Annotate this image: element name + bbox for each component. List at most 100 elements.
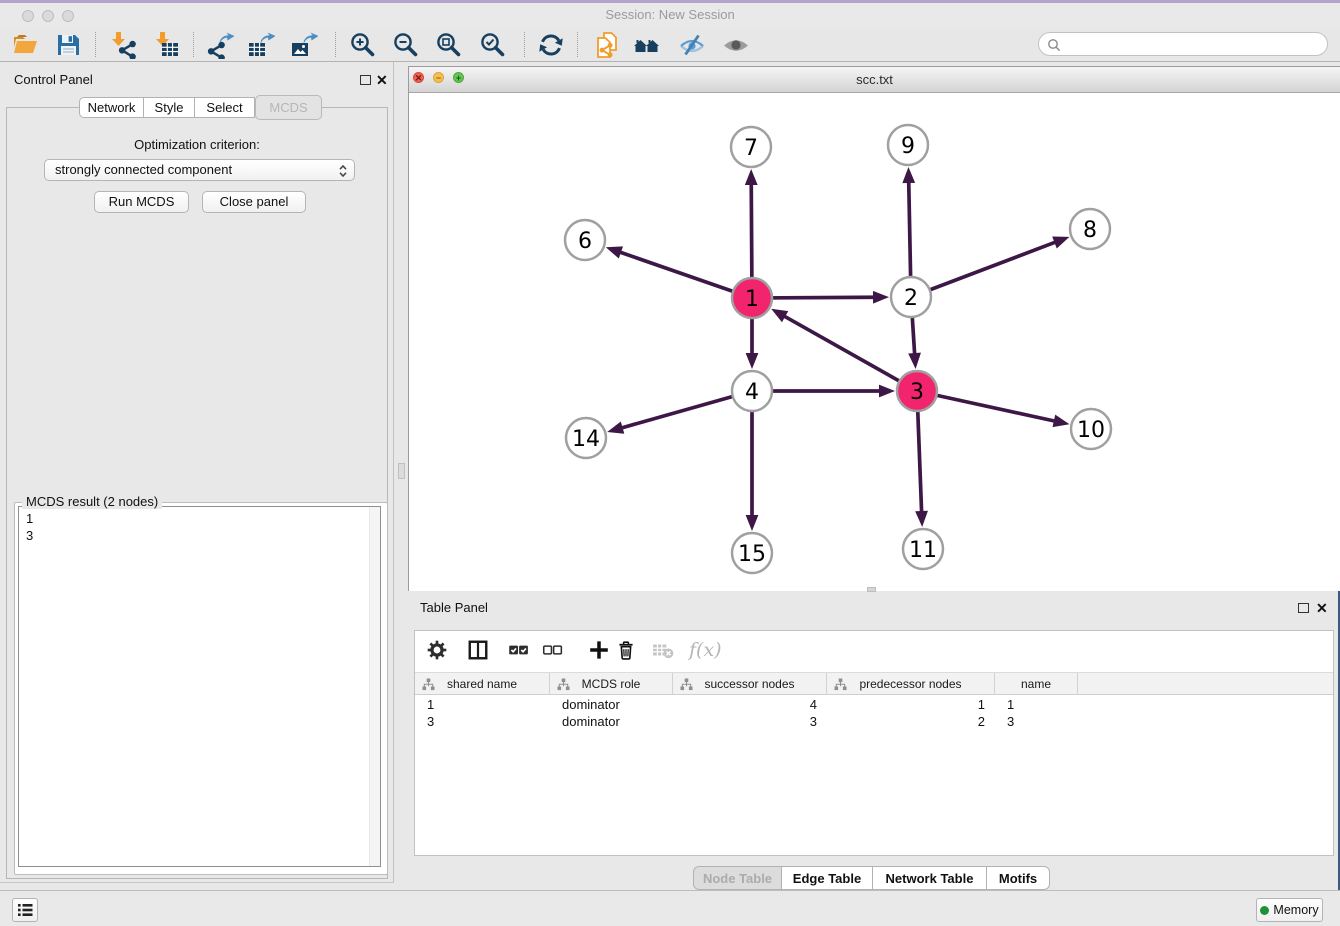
graph-edge-arrow	[873, 291, 889, 304]
graph-edge[interactable]	[782, 315, 917, 391]
column-header-0[interactable]: shared name	[415, 673, 550, 695]
tab-edge-table[interactable]: Edge Table	[782, 866, 873, 890]
column-header-1[interactable]: MCDS role	[550, 673, 673, 695]
table-cell[interactable]: 3	[673, 713, 817, 730]
table-cell[interactable]: 3	[1007, 713, 1078, 730]
split-divider-handle[interactable]	[398, 463, 405, 479]
graph-node-label: 15	[738, 542, 766, 567]
tab-style[interactable]: Style	[144, 97, 195, 118]
graph-edge-arrow	[1052, 237, 1069, 249]
graph-edge[interactable]	[917, 391, 1058, 422]
graph-edge[interactable]	[617, 251, 752, 298]
close-icon[interactable]: ✕	[413, 72, 424, 83]
graph-edge-arrow	[1053, 415, 1070, 428]
network-view-window: ✕ − + scc.txt 7968124314101511	[408, 66, 1340, 591]
table-cell[interactable]: 1	[427, 696, 550, 713]
toolbar-separator	[577, 32, 578, 57]
import-network-icon[interactable]	[108, 31, 136, 59]
graph-node-label: 8	[1083, 218, 1097, 243]
columns-icon[interactable]	[467, 639, 489, 661]
show-view-icon[interactable]	[722, 31, 750, 59]
table-panel: Table Panel ✕ f(x) shared nameMCDS roles…	[408, 595, 1340, 883]
mcds-result-text[interactable]: 1 3	[18, 506, 381, 867]
split-divider-handle[interactable]	[867, 587, 876, 592]
table-cell[interactable]: dominator	[562, 713, 673, 730]
mcds-result-scrollbar[interactable]	[369, 507, 380, 866]
run-mcds-button[interactable]: Run MCDS	[94, 191, 189, 213]
open-folder-icon[interactable]	[12, 31, 40, 59]
table-cell[interactable]: 2	[827, 713, 985, 730]
float-panel-icon[interactable]	[1298, 603, 1309, 613]
toolbar-separator	[193, 32, 194, 57]
network-window-title: scc.txt	[409, 67, 1340, 92]
graph-node-label: 1	[745, 287, 759, 312]
graph-edge-arrow	[908, 353, 921, 369]
delete-row-icon[interactable]	[615, 639, 637, 661]
table-panel-title: Table Panel	[420, 600, 488, 615]
close-panel-button[interactable]: Close panel	[202, 191, 306, 213]
export-table-icon[interactable]	[247, 31, 275, 59]
import-table-icon[interactable]	[152, 31, 180, 59]
select-none-icon[interactable]	[541, 639, 563, 661]
graph-node-label: 3	[910, 380, 924, 405]
graph-node-label: 10	[1077, 418, 1105, 443]
hide-view-icon[interactable]	[678, 31, 706, 59]
tab-motifs[interactable]: Motifs	[987, 866, 1050, 890]
close-window-button[interactable]	[22, 10, 34, 22]
graph-node-label: 7	[744, 136, 758, 161]
close-panel-icon[interactable]: ✕	[376, 74, 388, 86]
toolbar-separator	[335, 32, 336, 57]
graph-edge-arrow	[915, 511, 928, 527]
column-header-4[interactable]: name	[995, 673, 1078, 695]
tab-network[interactable]: Network	[79, 97, 144, 118]
minimize-window-button[interactable]	[42, 10, 54, 22]
main-toolbar	[0, 27, 1340, 62]
column-header-2[interactable]: successor nodes	[673, 673, 827, 695]
function-builder-icon: f(x)	[689, 639, 722, 661]
column-header-3[interactable]: predecessor nodes	[827, 673, 995, 695]
task-history-button[interactable]	[12, 898, 38, 922]
close-panel-icon[interactable]: ✕	[1316, 602, 1328, 614]
maximize-icon[interactable]: +	[453, 72, 464, 83]
refresh-icon[interactable]	[537, 31, 565, 59]
select-all-icon[interactable]	[507, 639, 529, 661]
memory-button[interactable]: Memory	[1256, 898, 1323, 922]
export-network-icon[interactable]	[206, 31, 234, 59]
tab-node-table[interactable]: Node Table	[693, 866, 782, 890]
app-title: Session: New Session	[0, 3, 1340, 27]
table-cell[interactable]: 1	[1007, 696, 1078, 713]
tab-select[interactable]: Select	[195, 97, 255, 118]
tab-network-table[interactable]: Network Table	[873, 866, 987, 890]
float-panel-icon[interactable]	[360, 75, 371, 85]
table-cell[interactable]: 3	[427, 713, 550, 730]
delete-table-icon[interactable]	[652, 639, 674, 661]
app-titlebar: Session: New Session	[0, 3, 1340, 27]
zoom-fit-icon[interactable]	[435, 31, 463, 59]
save-icon[interactable]	[55, 31, 83, 59]
graph-edge-arrow	[879, 385, 895, 398]
tab-mcds[interactable]: MCDS	[255, 95, 322, 120]
zoom-in-icon[interactable]	[349, 31, 377, 59]
network-canvas[interactable]: 7968124314101511	[409, 93, 1340, 591]
dropdown-stepper-icon	[338, 163, 348, 179]
memory-status-icon	[1260, 906, 1269, 915]
search-icon	[1047, 38, 1061, 52]
graph-edge[interactable]	[911, 241, 1058, 297]
add-row-icon[interactable]	[588, 639, 610, 661]
zoom-selected-icon[interactable]	[479, 31, 507, 59]
minimize-icon[interactable]: −	[433, 72, 444, 83]
control-panel-title: Control Panel	[14, 72, 93, 87]
table-cell[interactable]: 4	[673, 696, 817, 713]
gear-icon[interactable]	[426, 639, 448, 661]
zoom-window-button[interactable]	[62, 10, 74, 22]
table-cell[interactable]: 1	[827, 696, 985, 713]
table-cell[interactable]: dominator	[562, 696, 673, 713]
export-image-icon[interactable]	[290, 31, 318, 59]
search-input[interactable]	[1038, 32, 1328, 56]
network-share-doc-icon[interactable]	[593, 31, 621, 59]
home-views-icon[interactable]	[633, 31, 661, 59]
memory-label: Memory	[1273, 903, 1318, 917]
graph-edge-arrow	[746, 515, 759, 531]
zoom-out-icon[interactable]	[392, 31, 420, 59]
optimization-dropdown[interactable]: strongly connected component	[44, 159, 355, 181]
